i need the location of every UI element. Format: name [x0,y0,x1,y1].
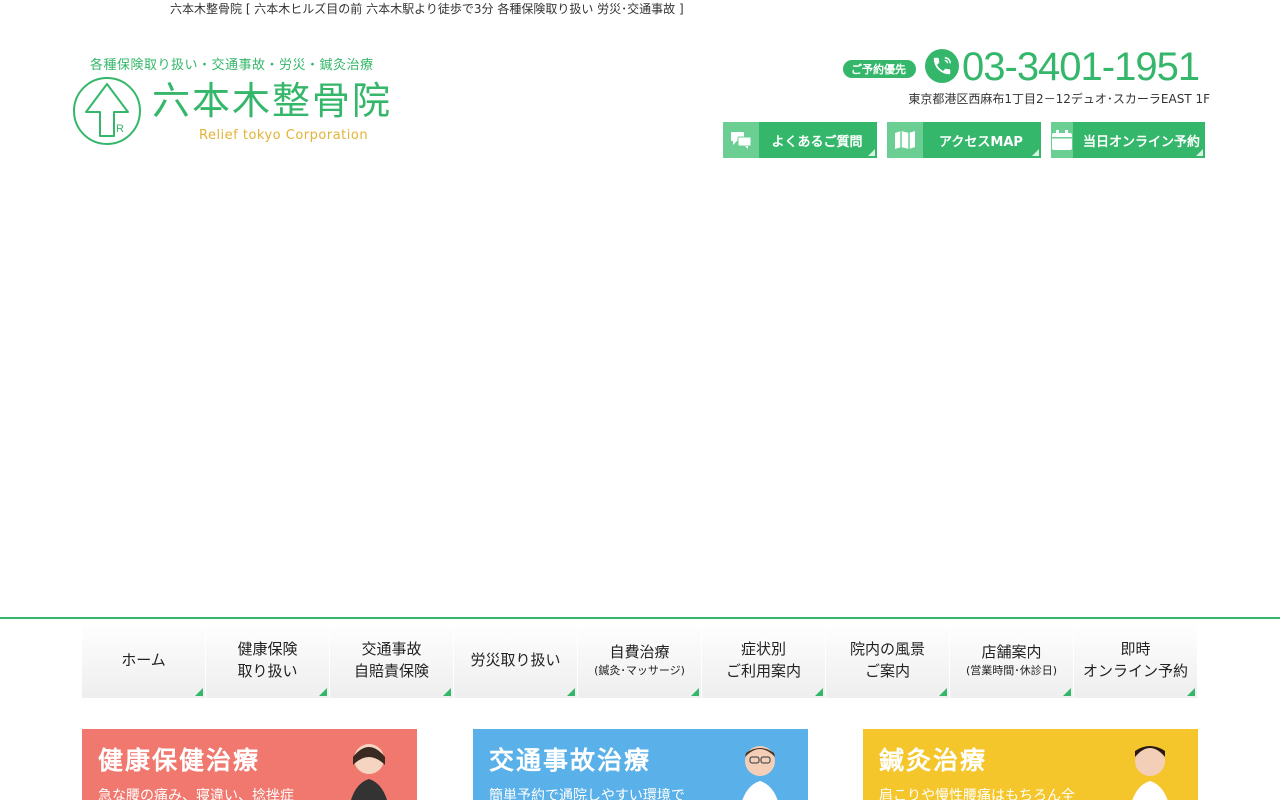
nav-label: 労災取り扱い [470,650,561,669]
corner-mark [1196,149,1203,156]
nav-store-info[interactable]: 店舗案内 (営業時間･休診日) [950,621,1074,698]
faq-button-label: よくあるご質問 [771,134,863,150]
nav-label: 健康保険 [237,639,298,658]
calendar-icon [1051,122,1073,158]
nav-label-2: 自賠責保険 [353,661,429,680]
nav-health-insurance[interactable]: 健康保険 取り扱い [206,621,330,698]
corner-mark [691,688,699,696]
nav-label-2: ご案内 [864,661,910,680]
nav-workers-comp[interactable]: 労災取り扱い [454,621,578,698]
clinic-address: 東京都港区西麻布1丁目2－12デュオ･スカーラEAST 1F [908,92,1210,106]
banner-description: 簡単予約で通院しやすい環境で [489,788,685,800]
nav-top-border [0,617,1280,619]
online-reservation-button-label: 当日オンライン予約 [1083,134,1201,150]
nav-label-2: 取り扱い [237,661,298,680]
person-image [1132,746,1168,800]
person-image [350,744,388,800]
banner-title: 鍼灸治療 [879,746,988,775]
banner-health-insurance[interactable]: 健康保健治療 急な腰の痛み、寝違い、捻挫症 [82,729,417,800]
banner-traffic-accident[interactable]: 交通事故治療 簡単予約で通院しやすい環境で [473,729,808,800]
online-reservation-button[interactable]: 当日オンライン予約 [1051,122,1205,158]
nav-label-2: ご利用案内 [725,661,801,680]
corner-mark [195,688,203,696]
corner-mark [443,688,451,696]
corner-mark [319,688,327,696]
nav-online-reservation[interactable]: 即時 オンライン予約 [1074,621,1198,698]
banner-title: 交通事故治療 [489,746,652,775]
corner-mark [1032,149,1039,156]
nav-sublabel: (営業時間･休診日) [965,663,1058,677]
nav-label: ホーム [121,650,166,669]
nav-self-pay[interactable]: 自費治療 (鍼灸･マッサージ) [578,621,702,698]
svg-text:R: R [116,123,124,135]
phone-icon [925,49,959,83]
logo-subtitle: 各種保険取り扱い・交通事故・労災・鍼灸治療 [90,58,374,73]
phone-number[interactable]: 03-3401-1951 [962,44,1200,90]
access-map-button-label: アクセスMAP [939,134,1023,150]
nav-symptoms[interactable]: 症状別 ご利用案内 [702,621,826,698]
banner-acupuncture[interactable]: 鍼灸治療 肩こりや慢性腰痛はもちろん全 [863,729,1198,800]
nav-clinic-scenery[interactable]: 院内の風景 ご案内 [826,621,950,698]
nav-label: 交通事故 [361,639,422,658]
nav-traffic-accident[interactable]: 交通事故 自賠責保険 [330,621,454,698]
nav-sublabel: (鍼灸･マッサージ) [594,663,685,677]
phone-block[interactable]: ご予約優先 03-3401-1951 [840,45,1210,89]
map-icon [887,122,923,158]
nav-label-2: オンライン予約 [1082,661,1188,680]
banner-description: 肩こりや慢性腰痛はもちろん全 [879,788,1075,800]
site-logo[interactable]: 各種保険取り扱い・交通事故・労災・鍼灸治療 R 六本木整骨院 Relief to… [72,52,432,152]
nav-label: 店舗案内 [981,642,1042,661]
tree-logo-icon: R [73,77,141,145]
global-nav: ホーム 健康保険取り扱い 交通事故自賠責保険 労災取り扱い 自費治療 (鍼灸･マッ… [82,621,1198,698]
corner-mark [567,688,575,696]
nav-label: 自費治療 [609,642,670,661]
nav-label: 即時 [1120,639,1151,658]
corner-mark [1187,688,1195,696]
faq-button[interactable]: よくあるご質問 [723,122,877,158]
clinic-english-name: Relief tokyo Corporation [199,128,369,143]
chat-icon [723,122,759,158]
corner-mark [815,688,823,696]
reservation-badge: ご予約優先 [843,60,916,78]
nav-home[interactable]: ホーム [82,621,206,698]
site-tagline: 六本木整骨院 [ 六本木ヒルズ目の前 六本木駅より徒歩で3分 各種保険取り扱い … [170,2,684,16]
corner-mark [868,149,875,156]
banner-description: 急な腰の痛み、寝違い、捻挫症 [98,788,294,800]
corner-mark [1063,688,1071,696]
clinic-name: 六本木整骨院 [152,79,393,123]
nav-label: 症状別 [740,639,786,658]
person-image [742,746,778,800]
banner-title: 健康保健治療 [98,746,261,775]
corner-mark [939,688,947,696]
access-map-button[interactable]: アクセスMAP [887,122,1041,158]
nav-label: 院内の風景 [849,639,925,658]
top-button-group: よくあるご質問 アクセスMAP 当日オンライン予約 [723,122,1205,158]
